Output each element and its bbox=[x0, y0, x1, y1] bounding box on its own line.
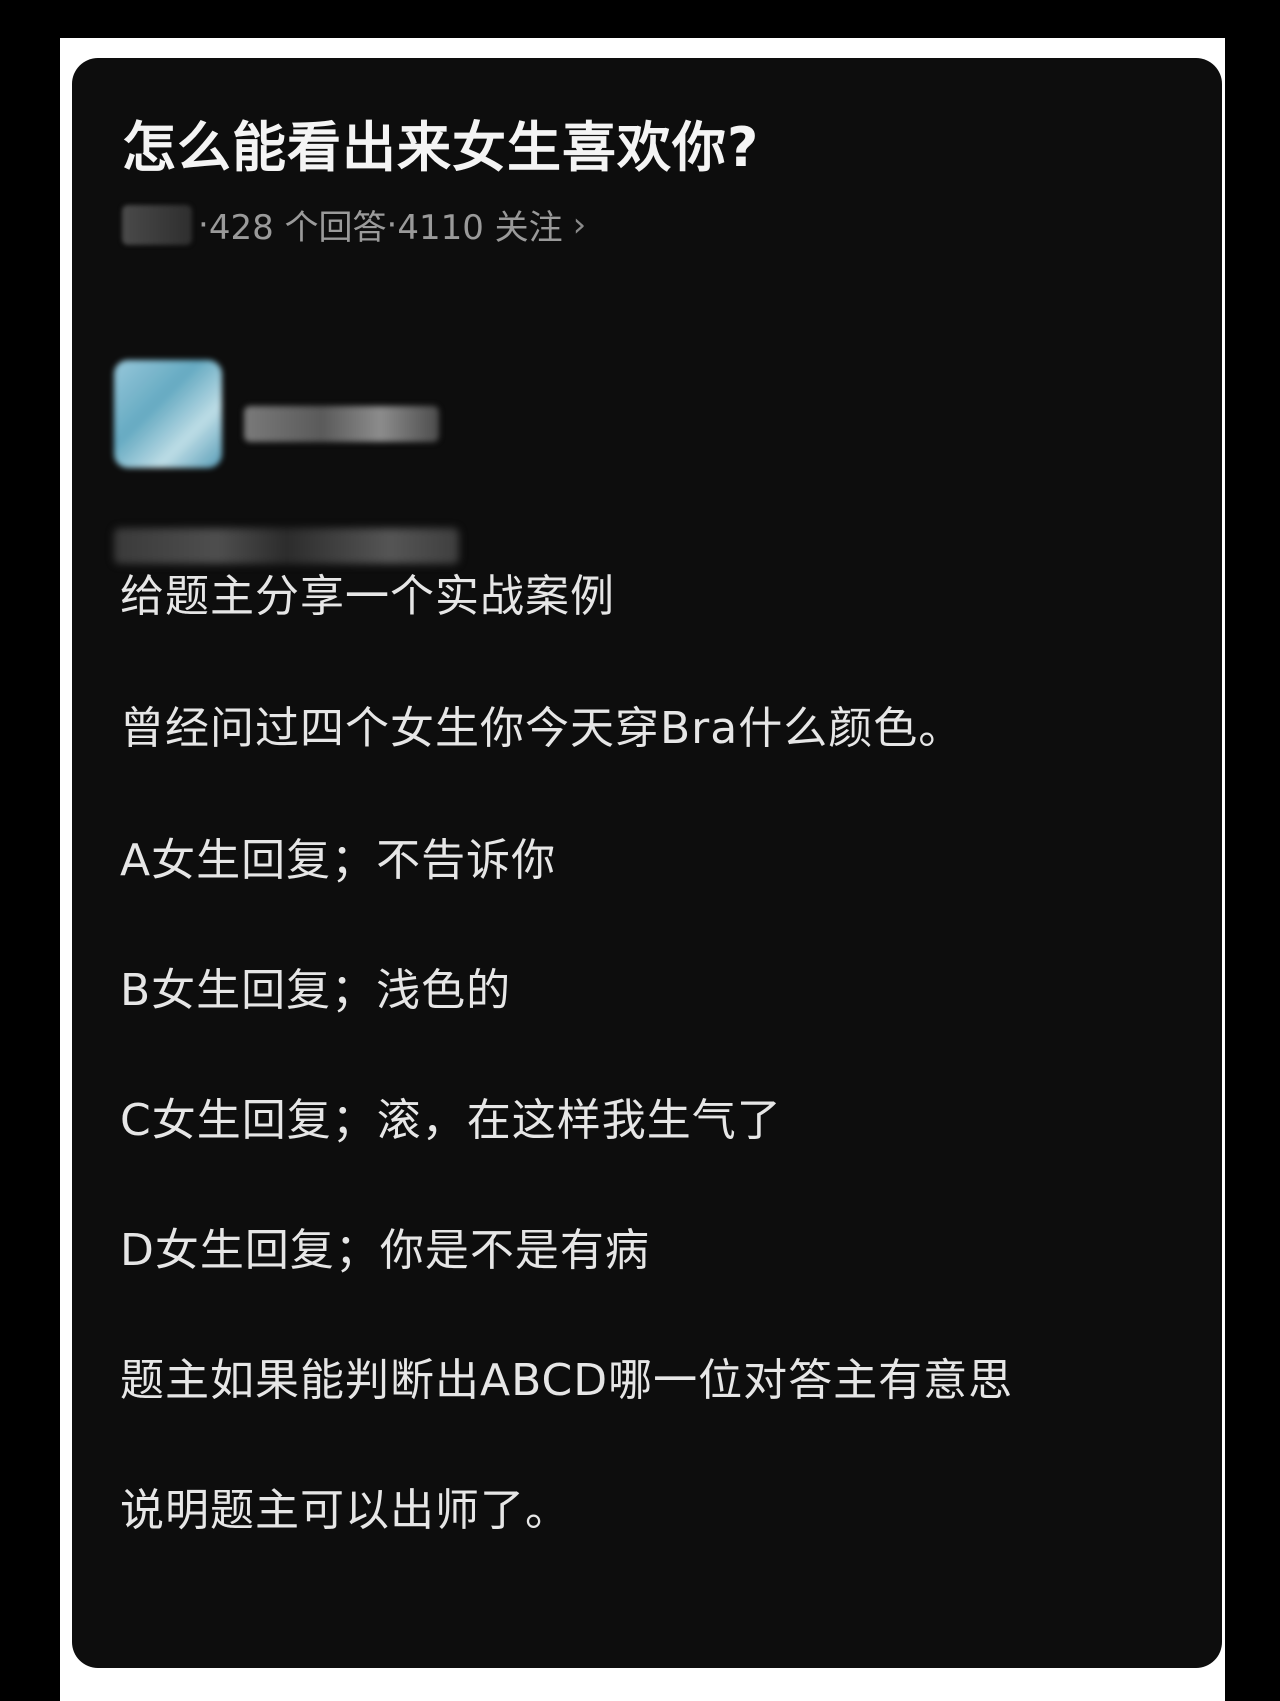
answer-paragraph: 给题主分享一个实战案例 bbox=[120, 571, 615, 622]
answers-count: 428 个回答 bbox=[208, 208, 387, 248]
blurred-author-bio bbox=[114, 528, 459, 564]
answer-paragraph: D女生回复；你是不是有病 bbox=[120, 1225, 650, 1276]
question-title[interactable]: 怎么能看出来女生喜欢你? bbox=[122, 103, 759, 182]
avatar[interactable] bbox=[114, 360, 222, 468]
meta-separator: · bbox=[198, 204, 209, 245]
answer-paragraph: A女生回复；不告诉你 bbox=[120, 835, 557, 886]
blurred-author-name[interactable] bbox=[244, 406, 439, 442]
answer-paragraph: C女生回复；滚，在这样我生气了 bbox=[120, 1095, 782, 1146]
answer-paragraph: B女生回复；浅色的 bbox=[120, 965, 512, 1016]
answer-paragraph: 曾经问过四个女生你今天穿Bra什么颜色。 bbox=[120, 703, 964, 754]
meta-separator: · bbox=[386, 204, 398, 245]
answer-paragraph: 说明题主可以出师了。 bbox=[120, 1485, 570, 1536]
answer-paragraph: 题主如果能判断出ABCD哪一位对答主有意思 bbox=[120, 1355, 1014, 1406]
blurred-source-label bbox=[122, 204, 192, 245]
chevron-right-icon: › bbox=[572, 204, 587, 245]
answer-card: 怎么能看出来女生喜欢你? · 428 个回答 · 4110 关注 › 给题主分享… bbox=[72, 58, 1222, 1668]
question-meta[interactable]: · 428 个回答 · 4110 关注 › bbox=[122, 200, 586, 249]
followers-count: 4110 关注 bbox=[397, 208, 563, 248]
